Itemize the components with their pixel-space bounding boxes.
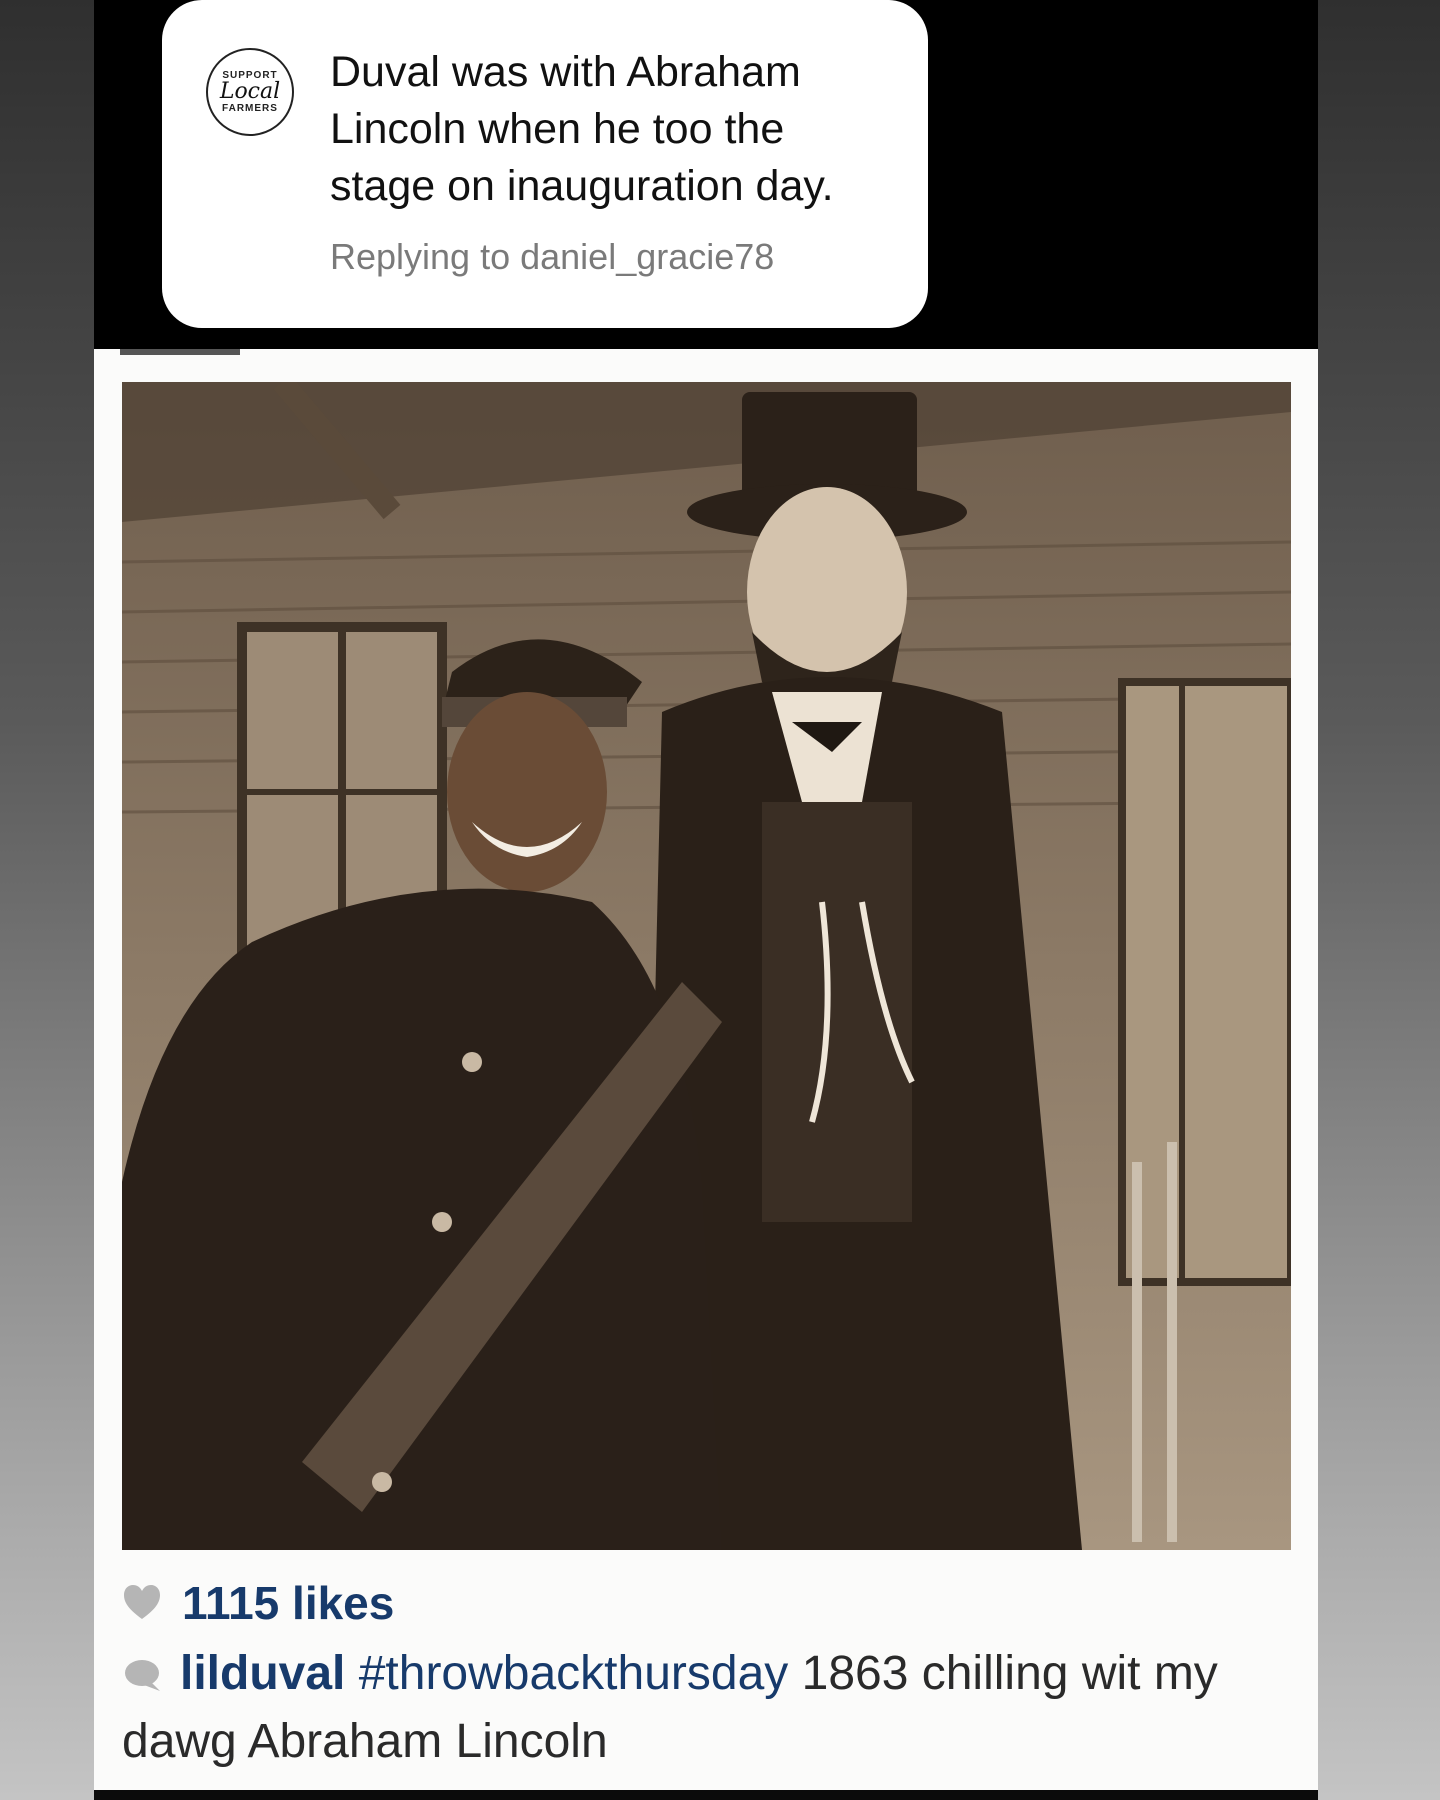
badge-middle-text: Local [219,79,281,104]
post-top-divider [120,349,240,355]
likes-count[interactable]: 1115 likes [182,1576,394,1630]
support-local-farmers-badge: SUPPORT Local FARMERS [206,48,294,136]
replying-to-label[interactable]: Replying to daniel_gracie78 [330,236,774,278]
comment-icon[interactable] [122,1644,162,1691]
post-caption: lilduval #throwbackthursday 1863 chillin… [122,1640,1292,1776]
badge-bottom-text: FARMERS [222,103,278,114]
bottom-strip [94,1790,1318,1800]
post-photo[interactable] [122,382,1291,1550]
post-hashtag[interactable]: #throwbackthursday [359,1647,789,1700]
likes-row: 1115 likes [122,1573,394,1633]
reply-text: Duval was with Abraham Lincoln when he t… [330,48,834,210]
sepia-photo-illustration [122,382,1291,1550]
heart-icon[interactable] [122,1583,162,1623]
post-username[interactable]: lilduval [180,1647,345,1700]
